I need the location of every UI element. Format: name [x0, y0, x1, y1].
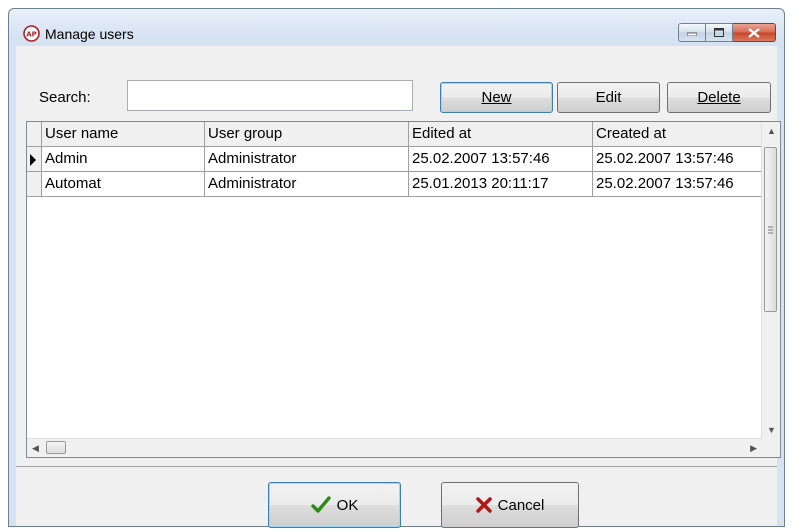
checkmark-icon [310, 496, 331, 514]
cell-created-at[interactable]: 25.02.2007 13:57:46 [593, 147, 763, 172]
minimize-icon [687, 32, 697, 36]
grid-header-row: User name User group Edited at Created a… [27, 122, 763, 147]
vertical-scrollbar[interactable]: ▲ ▼ [761, 122, 780, 439]
cell-created-at[interactable]: 25.02.2007 13:57:46 [593, 172, 763, 197]
title-bar[interactable]: AP Manage users [9, 9, 784, 47]
search-label: Search: [39, 89, 91, 106]
new-button[interactable]: New [440, 82, 553, 113]
cell-edited-at[interactable]: 25.02.2007 13:57:46 [409, 147, 593, 172]
column-header-user-name[interactable]: User name [42, 122, 205, 147]
maximize-button[interactable] [706, 23, 733, 42]
table-row[interactable]: Automat Administrator 25.01.2013 20:11:1… [27, 172, 763, 197]
ok-button-label: OK [336, 496, 359, 514]
cell-user-name[interactable]: Automat [42, 172, 205, 197]
cell-user-name[interactable]: Admin [42, 147, 205, 172]
edit-button-label: Edit [595, 89, 622, 106]
minimize-button[interactable] [678, 23, 706, 42]
window-title: Manage users [45, 26, 134, 42]
ok-button[interactable]: OK [268, 482, 401, 528]
scroll-up-arrow-icon[interactable]: ▲ [767, 126, 776, 136]
scrollbar-corner [762, 439, 780, 457]
maximize-icon [714, 28, 724, 37]
users-grid[interactable]: User name User group Edited at Created a… [26, 121, 781, 458]
scroll-left-arrow-icon[interactable]: ◀ [32, 443, 39, 453]
cell-user-group[interactable]: Administrator [205, 172, 409, 197]
scroll-down-arrow-icon[interactable]: ▼ [767, 425, 776, 435]
delete-button[interactable]: Delete [667, 82, 771, 113]
row-pointer-icon [27, 147, 42, 172]
column-header-user-group[interactable]: User group [205, 122, 409, 147]
svg-text:AP: AP [26, 31, 37, 39]
vertical-scroll-thumb[interactable] [764, 147, 777, 312]
search-input[interactable] [127, 80, 413, 111]
cell-edited-at[interactable]: 25.01.2013 20:11:17 [409, 172, 593, 197]
header-indicator-cell [27, 122, 42, 147]
horizontal-scroll-thumb[interactable] [46, 441, 66, 454]
row-indicator-cell [27, 172, 42, 197]
horizontal-scrollbar[interactable]: ◀ ▶ [27, 438, 762, 457]
column-header-created-at[interactable]: Created at [593, 122, 763, 147]
grip-icon [768, 226, 773, 234]
close-icon [748, 27, 760, 38]
scroll-right-arrow-icon[interactable]: ▶ [750, 443, 757, 453]
close-button[interactable] [733, 23, 776, 42]
cancel-button[interactable]: Cancel [441, 482, 579, 528]
app-icon: AP [23, 25, 40, 42]
delete-button-label: Delete [697, 89, 741, 106]
table-row[interactable]: Admin Administrator 25.02.2007 13:57:46 … [27, 147, 763, 172]
edit-button[interactable]: Edit [557, 82, 660, 113]
new-button-label: New [481, 89, 512, 106]
footer-divider [16, 466, 777, 467]
window-controls [678, 23, 776, 43]
cancel-button-label: Cancel [497, 496, 545, 514]
cell-user-group[interactable]: Administrator [205, 147, 409, 172]
cancel-x-icon [475, 497, 492, 513]
dialog-client-area: Search: New Edit Delete User name User g… [16, 46, 781, 528]
manage-users-window: AP Manage users Search: New Edit Delete [8, 8, 785, 528]
column-header-edited-at[interactable]: Edited at [409, 122, 593, 147]
